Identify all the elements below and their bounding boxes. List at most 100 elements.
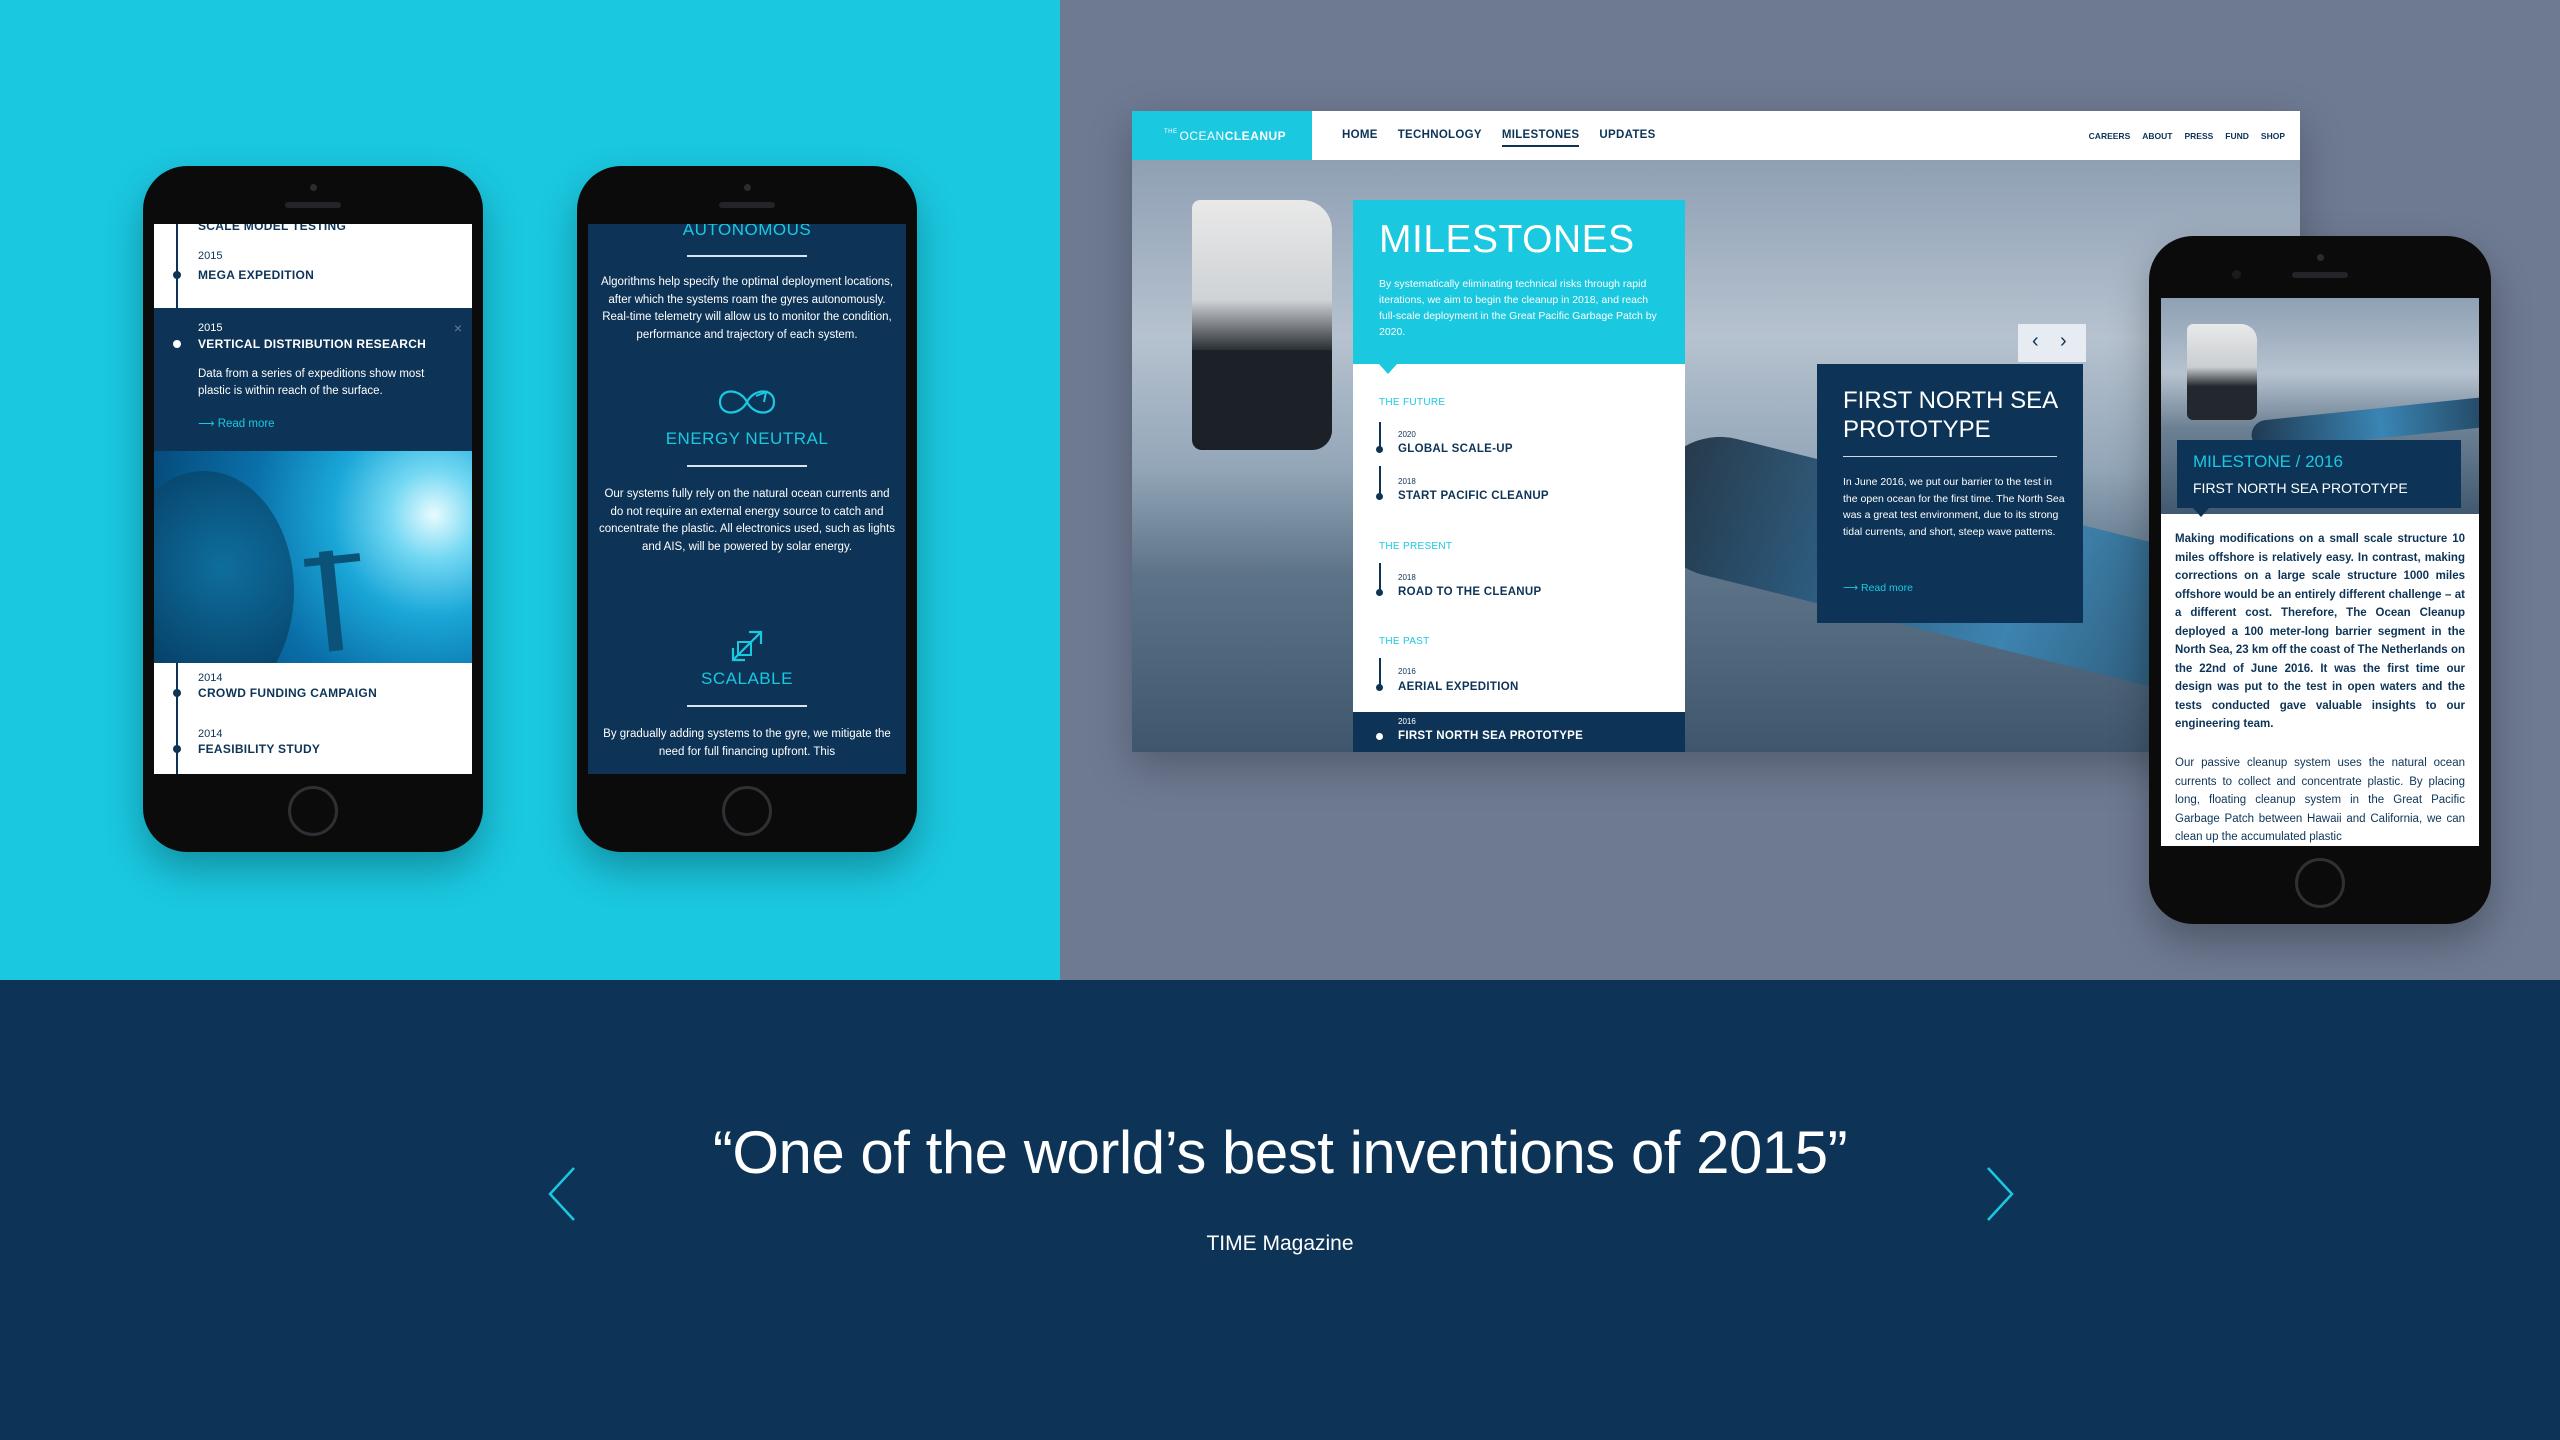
milestone-year: 2018 <box>1398 573 1416 582</box>
ship-image <box>1192 200 1332 450</box>
milestone-item-active[interactable]: 2016 FIRST NORTH SEA PROTOTYPE <box>1353 712 1685 752</box>
milestone-year: 2020 <box>1398 430 1416 439</box>
chevron-right-icon[interactable] <box>1978 1162 2018 1226</box>
milestone-item[interactable]: START PACIFIC CLEANUP <box>1398 490 1549 502</box>
nav-home[interactable]: HOME <box>1342 129 1378 147</box>
milestone-year: 2016 <box>1398 667 1416 676</box>
utility-nav: CAREERS ABOUT PRESS FUND SHOP <box>2089 131 2285 141</box>
article-intro-paragraph: Making modifications on a small scale st… <box>2175 533 2465 730</box>
timeline-title-partial: SCALE MODEL TESTING <box>198 224 347 233</box>
nav-careers[interactable]: CAREERS <box>2089 131 2131 141</box>
nav-press[interactable]: PRESS <box>2184 131 2213 141</box>
timeline-dot <box>1376 446 1383 453</box>
section-label-past: THE PAST <box>1379 636 1430 647</box>
milestone-item[interactable]: GLOBAL SCALE-UP <box>1398 443 1513 455</box>
nav-technology[interactable]: TECHNOLOGY <box>1398 129 1482 147</box>
article-paragraph: Our passive cleanup system uses the natu… <box>2175 757 2465 843</box>
timeline-item-body: Data from a series of expeditions show m… <box>198 368 425 397</box>
nav-fund[interactable]: FUND <box>2225 131 2249 141</box>
milestone-year: 2018 <box>1398 477 1416 486</box>
timeline-item-title[interactable]: CROWD FUNDING CAMPAIGN <box>198 686 377 700</box>
section-label-future: THE FUTURE <box>1379 397 1446 408</box>
milestone-item[interactable]: ROAD TO THE CLEANUP <box>1398 586 1542 598</box>
quote-band <box>0 980 2560 1440</box>
close-icon[interactable]: × <box>454 320 462 336</box>
logo-word-cleanup: CLEANUP <box>1224 129 1287 143</box>
underwater-device <box>318 550 344 652</box>
chevron-right-icon[interactable]: › <box>2060 330 2067 353</box>
testimonial-quote: “One of the world’s best inventions of 2… <box>712 1119 1848 1186</box>
timeline-dot <box>173 271 181 279</box>
site-logo[interactable]: THE OCEANCLEANUP <box>1132 111 1312 160</box>
read-more-link[interactable]: ⟶ Read more <box>1843 582 1913 594</box>
card-notch <box>2193 508 2209 517</box>
milestone-item-title: FIRST NORTH SEA PROTOTYPE <box>1398 730 1584 742</box>
feature-text-energy: Our systems fully rely on the natural oc… <box>599 488 895 553</box>
phone-speaker <box>2292 272 2348 278</box>
milestone-year: 2016 <box>1398 717 1416 726</box>
slider-arrows: ‹ › <box>2018 324 2086 362</box>
phone-speaker <box>719 202 775 208</box>
feature-text-scalable: By gradually adding systems to the gyre,… <box>603 728 891 758</box>
milestone-item[interactable]: AERIAL EXPEDITION <box>1398 681 1519 693</box>
timeline-item-title: VERTICAL DISTRIBUTION RESEARCH <box>198 337 427 351</box>
divider <box>687 465 807 467</box>
milestones-panel: MILESTONES By systematically eliminating… <box>1353 200 1685 752</box>
site-navbar: THE OCEANCLEANUP HOME TECHNOLOGY MILESTON… <box>1132 111 2300 160</box>
desktop-site-mockup: THE OCEANCLEANUP HOME TECHNOLOGY MILESTON… <box>1132 111 2300 752</box>
milestones-title: MILESTONES <box>1379 218 1635 261</box>
phone-article-mockup: MILESTONE / 2016 FIRST NORTH SEA PROTOTY… <box>2149 236 2491 924</box>
divider <box>1843 456 2057 457</box>
prototype-body: In June 2016, we put our barrier to the … <box>1843 476 2065 538</box>
divider <box>687 255 807 257</box>
arrow-right-icon: ⟶ <box>1843 582 1861 594</box>
timeline-item-title[interactable]: FEASIBILITY STUDY <box>198 742 320 756</box>
logo-prefix: THE <box>1164 129 1178 135</box>
read-more-label: Read more <box>217 418 275 430</box>
nav-shop[interactable]: SHOP <box>2261 131 2285 141</box>
underwater-photo <box>154 451 472 663</box>
prototype-card: FIRST NORTH SEA PROTOTYPE In June 2016, … <box>1817 364 2083 623</box>
underwater-rock <box>154 471 294 663</box>
chevron-left-icon[interactable]: ‹ <box>2032 330 2039 353</box>
article-title: FIRST NORTH SEA PROTOTYPE <box>2193 480 2408 496</box>
phone-speaker <box>285 202 341 208</box>
main-nav: HOME TECHNOLOGY MILESTONES UPDATES <box>1342 129 1656 147</box>
article-title-card: MILESTONE / 2016 FIRST NORTH SEA PROTOTY… <box>2177 440 2461 517</box>
expand-icon <box>588 622 906 675</box>
milestones-description: By systematically eliminating technical … <box>1379 278 1657 338</box>
timeline-year: 2015 <box>198 250 223 262</box>
phone-home-button <box>288 786 338 836</box>
timeline-year: 2014 <box>198 672 223 684</box>
phone-features-mockup: AUTONOMOUS Algorithms help specify the o… <box>577 166 917 852</box>
timeline-year: 2014 <box>198 728 223 740</box>
milestones-header: MILESTONES By systematically eliminating… <box>1353 200 1685 374</box>
phone-screen: SCALE MODEL TESTING 2015 MEGA EXPEDITION… <box>154 224 472 774</box>
prototype-title: FIRST NORTH SEA PROTOTYPE <box>1843 387 2057 443</box>
feature-heading-scalable: SCALABLE <box>701 669 793 688</box>
read-more-label: Read more <box>1860 582 1913 594</box>
timeline-tick <box>1379 466 1381 496</box>
timeline-dot <box>1376 493 1383 500</box>
nav-updates[interactable]: UPDATES <box>1599 129 1655 147</box>
phone-front-camera <box>2232 270 2241 279</box>
timeline-dot <box>173 745 181 753</box>
feature-text-autonomous: Algorithms help specify the optimal depl… <box>600 276 894 341</box>
timeline-year: 2015 <box>198 322 223 334</box>
hero-photo <box>1132 160 2300 752</box>
nav-about[interactable]: ABOUT <box>2142 131 2172 141</box>
nav-milestones[interactable]: MILESTONES <box>1501 129 1580 147</box>
phone-timeline-mockup: SCALE MODEL TESTING 2015 MEGA EXPEDITION… <box>143 166 483 852</box>
read-more-link[interactable]: ⟶ Read more <box>198 416 275 430</box>
phone-camera <box>310 184 317 191</box>
timeline-dot <box>1376 733 1383 740</box>
timeline-item-title[interactable]: MEGA EXPEDITION <box>198 268 314 282</box>
phone-screen: AUTONOMOUS Algorithms help specify the o… <box>588 224 906 774</box>
feature-heading-energy: ENERGY NEUTRAL <box>665 429 829 448</box>
phone-home-button <box>722 786 772 836</box>
arrow-right-icon: ⟶ <box>198 418 218 430</box>
timeline-item-expanded[interactable]: 2015 VERTICAL DISTRIBUTION RESEARCH × Da… <box>154 308 472 451</box>
timeline-dot <box>173 340 181 348</box>
feature-heading-autonomous: AUTONOMOUS <box>682 224 812 239</box>
logo-word-ocean: OCEAN <box>1179 129 1225 143</box>
